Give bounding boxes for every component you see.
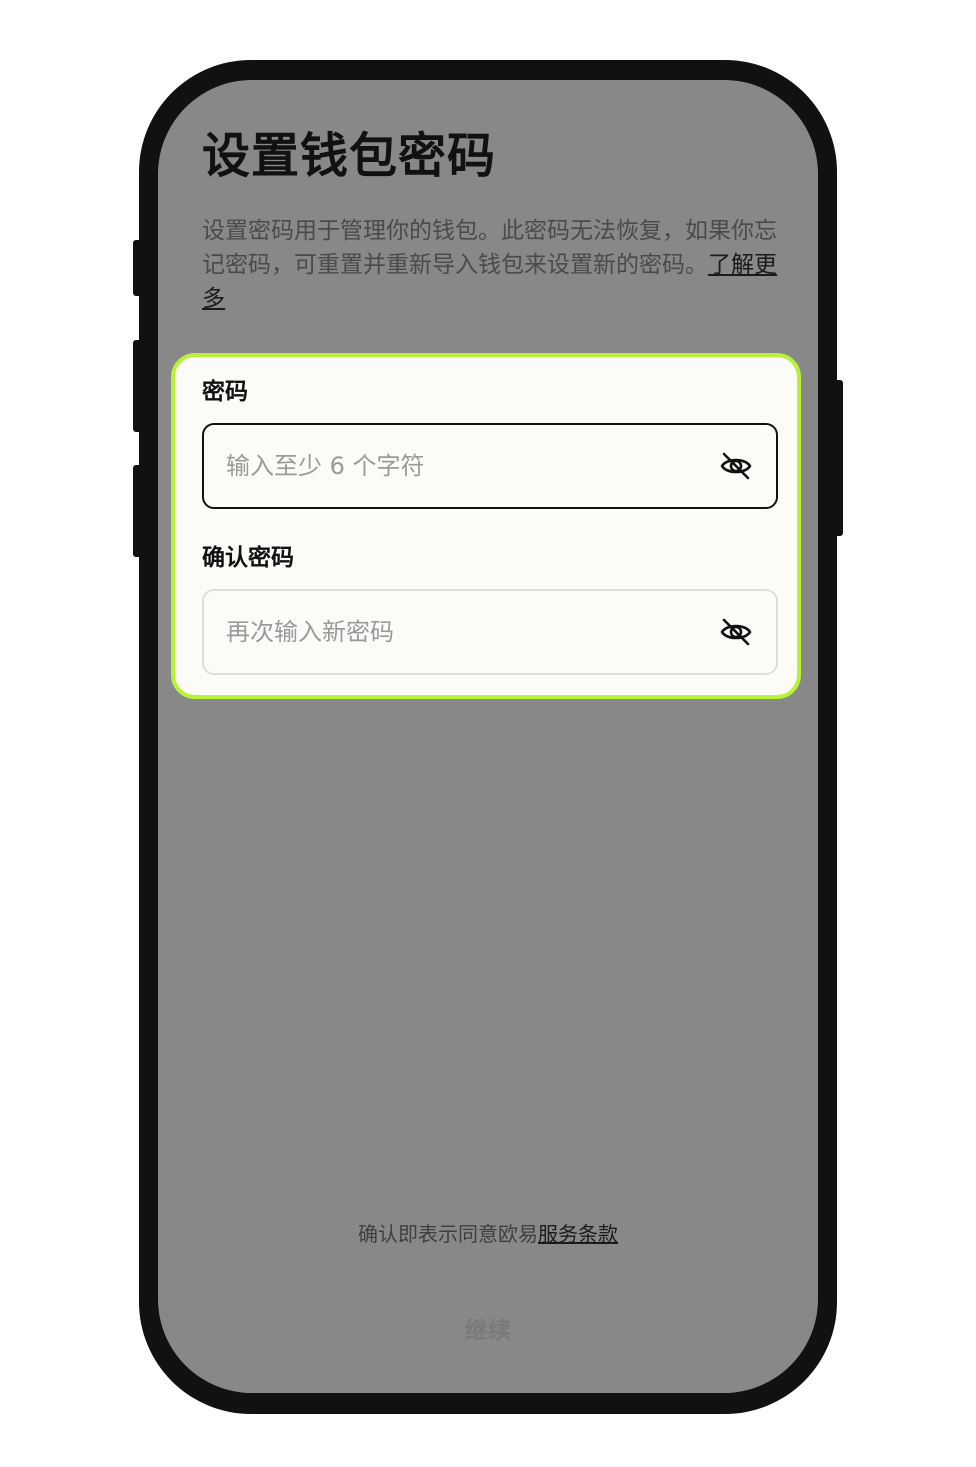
page-title: 设置钱包密码 bbox=[202, 128, 497, 184]
phone-volume-down bbox=[133, 465, 143, 557]
screen: 设置钱包密码 设置密码用于管理你的钱包。此密码无法恢复，如果你忘记密码，可重置并… bbox=[158, 80, 818, 1393]
password-card: 密码 确认密码 bbox=[171, 353, 801, 699]
phone-power-button bbox=[833, 380, 843, 536]
terms-prefix: 确认即表示同意欧易 bbox=[358, 1222, 538, 1246]
confirm-password-label: 确认密码 bbox=[202, 545, 294, 571]
eye-off-icon[interactable] bbox=[718, 614, 754, 650]
eye-off-icon[interactable] bbox=[718, 448, 754, 484]
page-description: 设置密码用于管理你的钱包。此密码无法恢复，如果你忘记密码，可重置并重新导入钱包来… bbox=[202, 214, 782, 316]
confirm-password-field[interactable] bbox=[202, 589, 778, 675]
terms-of-service-link[interactable]: 服务条款 bbox=[538, 1222, 618, 1246]
terms-notice: 确认即表示同意欧易服务条款 bbox=[158, 1220, 818, 1248]
description-text: 设置密码用于管理你的钱包。此密码无法恢复，如果你忘记密码，可重置并重新导入钱包来… bbox=[202, 218, 777, 278]
password-input[interactable] bbox=[226, 425, 686, 507]
password-label: 密码 bbox=[202, 379, 248, 405]
password-field[interactable] bbox=[202, 423, 778, 509]
confirm-password-input[interactable] bbox=[226, 591, 686, 673]
phone-mute-switch bbox=[133, 240, 143, 296]
continue-button[interactable]: 继续 bbox=[192, 1298, 784, 1358]
phone-volume-up bbox=[133, 340, 143, 432]
